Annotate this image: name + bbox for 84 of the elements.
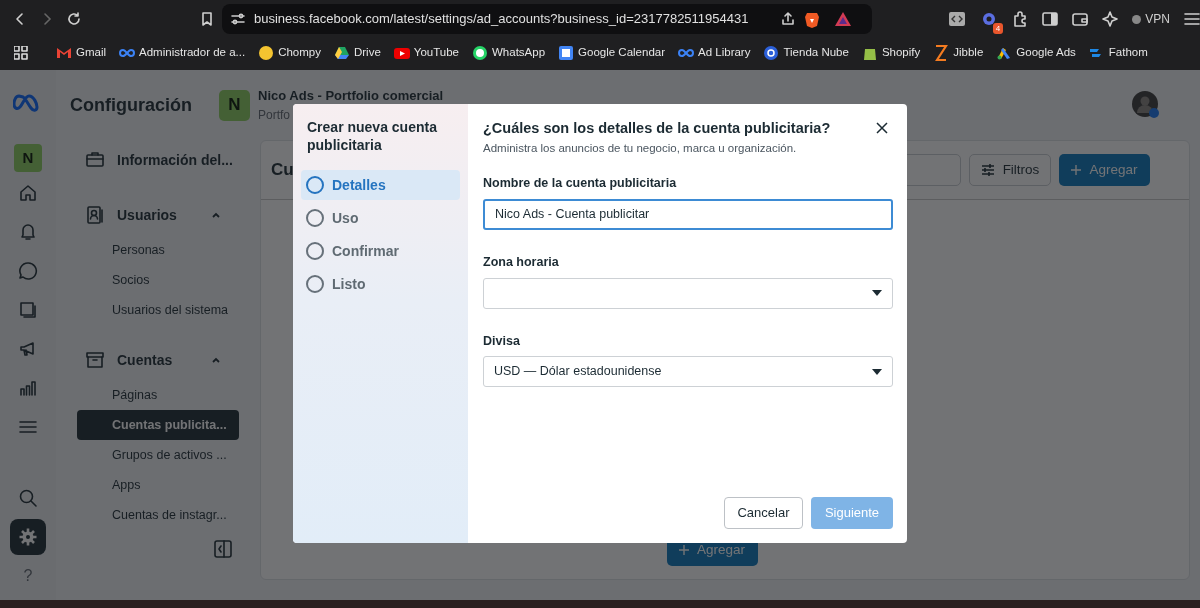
step-item[interactable]: Confirmar <box>301 236 460 266</box>
business-avatar[interactable]: N <box>14 144 42 172</box>
caret-icon <box>872 368 882 375</box>
triangle-icon[interactable] <box>834 11 853 27</box>
mail-icon <box>56 45 72 61</box>
notification-badge: 4 <box>992 23 1004 34</box>
page-title: Configuración <box>70 93 193 117</box>
nav-item[interactable]: Usuarios del sistema <box>77 295 239 325</box>
briefcase-icon <box>85 150 105 170</box>
calendar-icon <box>558 45 575 61</box>
bookmark[interactable]: YouTube <box>393 44 459 62</box>
field-label: Divisa <box>483 332 521 350</box>
bookmark[interactable]: Shopify <box>861 44 921 62</box>
nav-item[interactable]: Cuentas de instagr... <box>77 500 239 530</box>
caret-icon <box>872 290 882 296</box>
nav-section[interactable]: Usuarios <box>77 195 239 235</box>
wallet-icon[interactable] <box>1072 12 1089 26</box>
dialog-subtitle: Administra los anuncios de tu negocio, marca u organización. <box>483 140 798 156</box>
dot-icon <box>1132 14 1142 24</box>
share-icon[interactable] <box>780 11 797 27</box>
nav-item[interactable]: Grupos de activos ... <box>77 440 239 470</box>
pages-icon[interactable] <box>18 300 38 320</box>
cancel-button[interactable]: Cancelar <box>724 497 803 529</box>
step-item[interactable]: Listo <box>301 269 460 299</box>
sliders-icon <box>980 164 995 176</box>
nav-item[interactable]: Personas <box>77 235 239 265</box>
section-title: Cu <box>271 159 294 182</box>
sidebar-icon[interactable] <box>1042 12 1059 26</box>
bookmark[interactable]: Gmail <box>56 44 107 62</box>
bookmark[interactable]: Fathom <box>1088 44 1148 62</box>
bookmark[interactable]: Google Calendar <box>558 44 666 62</box>
contact-card-icon <box>85 205 105 225</box>
code-icon[interactable] <box>948 11 967 27</box>
field-label: Zona horaria <box>483 253 560 271</box>
apps-icon[interactable] <box>14 46 28 60</box>
dropdown-field[interactable] <box>483 277 893 309</box>
collapse-panel-icon[interactable] <box>214 540 232 558</box>
filters-button[interactable]: Filtros <box>969 154 1051 186</box>
bookmark[interactable]: Drive <box>333 44 381 62</box>
text-field[interactable]: Nico Ads - Cuenta publicitar <box>483 198 893 230</box>
reload-icon[interactable] <box>66 11 82 27</box>
field-label: Nombre de la cuenta publicitaria <box>483 175 678 192</box>
nav-section[interactable]: Cuentas <box>77 340 239 380</box>
step-item[interactable]: Uso <box>301 203 460 233</box>
nav-item[interactable]: Socios <box>77 265 239 295</box>
dialog-sidebar-title: Crear nueva cuenta publicitaria <box>306 118 438 154</box>
close-icon <box>876 122 888 134</box>
business-avatar[interactable]: N <box>219 89 250 121</box>
bookmark[interactable]: Ad Library <box>678 44 751 62</box>
vpn-button[interactable]: VPN <box>1132 10 1170 28</box>
nav-item[interactable]: Cuentas publicita... <box>77 410 239 440</box>
bookmark[interactable]: Jibble <box>933 44 984 62</box>
business-name: Nico Ads - Portfolio comercial <box>258 87 444 106</box>
search-icon[interactable] <box>18 488 38 508</box>
close-button[interactable] <box>876 122 888 134</box>
add-button[interactable]: Agregar <box>1059 154 1150 186</box>
business-subtitle: Portfo <box>258 106 291 124</box>
bookmark[interactable]: WhatsApp <box>472 44 546 62</box>
bookmark[interactable]: Administrador de a... <box>119 44 246 62</box>
profile-avatar-icon[interactable] <box>1132 91 1160 119</box>
bookmark-icon[interactable] <box>200 11 214 27</box>
bell-icon[interactable] <box>18 222 38 242</box>
chart-icon[interactable] <box>18 378 38 398</box>
dialog-title: ¿Cuáles son los detalles de la cuenta publicitaria? <box>483 119 832 138</box>
settings-icon[interactable] <box>18 527 38 547</box>
bookmark[interactable]: Chompy <box>258 44 321 62</box>
triangle-icon <box>333 45 350 61</box>
step-item[interactable]: Detalles <box>301 170 460 200</box>
play-icon <box>393 45 410 61</box>
menu-icon[interactable] <box>1184 12 1200 26</box>
triangle-icon <box>996 45 1013 61</box>
home-icon[interactable] <box>18 183 38 203</box>
archive-box-icon <box>85 350 105 370</box>
tune-icon[interactable] <box>230 12 246 26</box>
bookmark[interactable]: Google Ads <box>996 44 1076 62</box>
star-icon[interactable] <box>1102 11 1119 27</box>
nav-section[interactable]: Información del... <box>77 140 239 180</box>
bookmark[interactable]: Tienda Nube <box>763 44 849 62</box>
nav-item[interactable]: Apps <box>77 470 239 500</box>
dropdown-field[interactable]: USD — Dólar estadounidense <box>483 356 893 388</box>
nav-item[interactable]: Páginas <box>77 380 239 410</box>
plus-icon <box>679 545 689 555</box>
puzzle-icon[interactable] <box>1012 11 1029 27</box>
plus-icon <box>1071 165 1082 175</box>
